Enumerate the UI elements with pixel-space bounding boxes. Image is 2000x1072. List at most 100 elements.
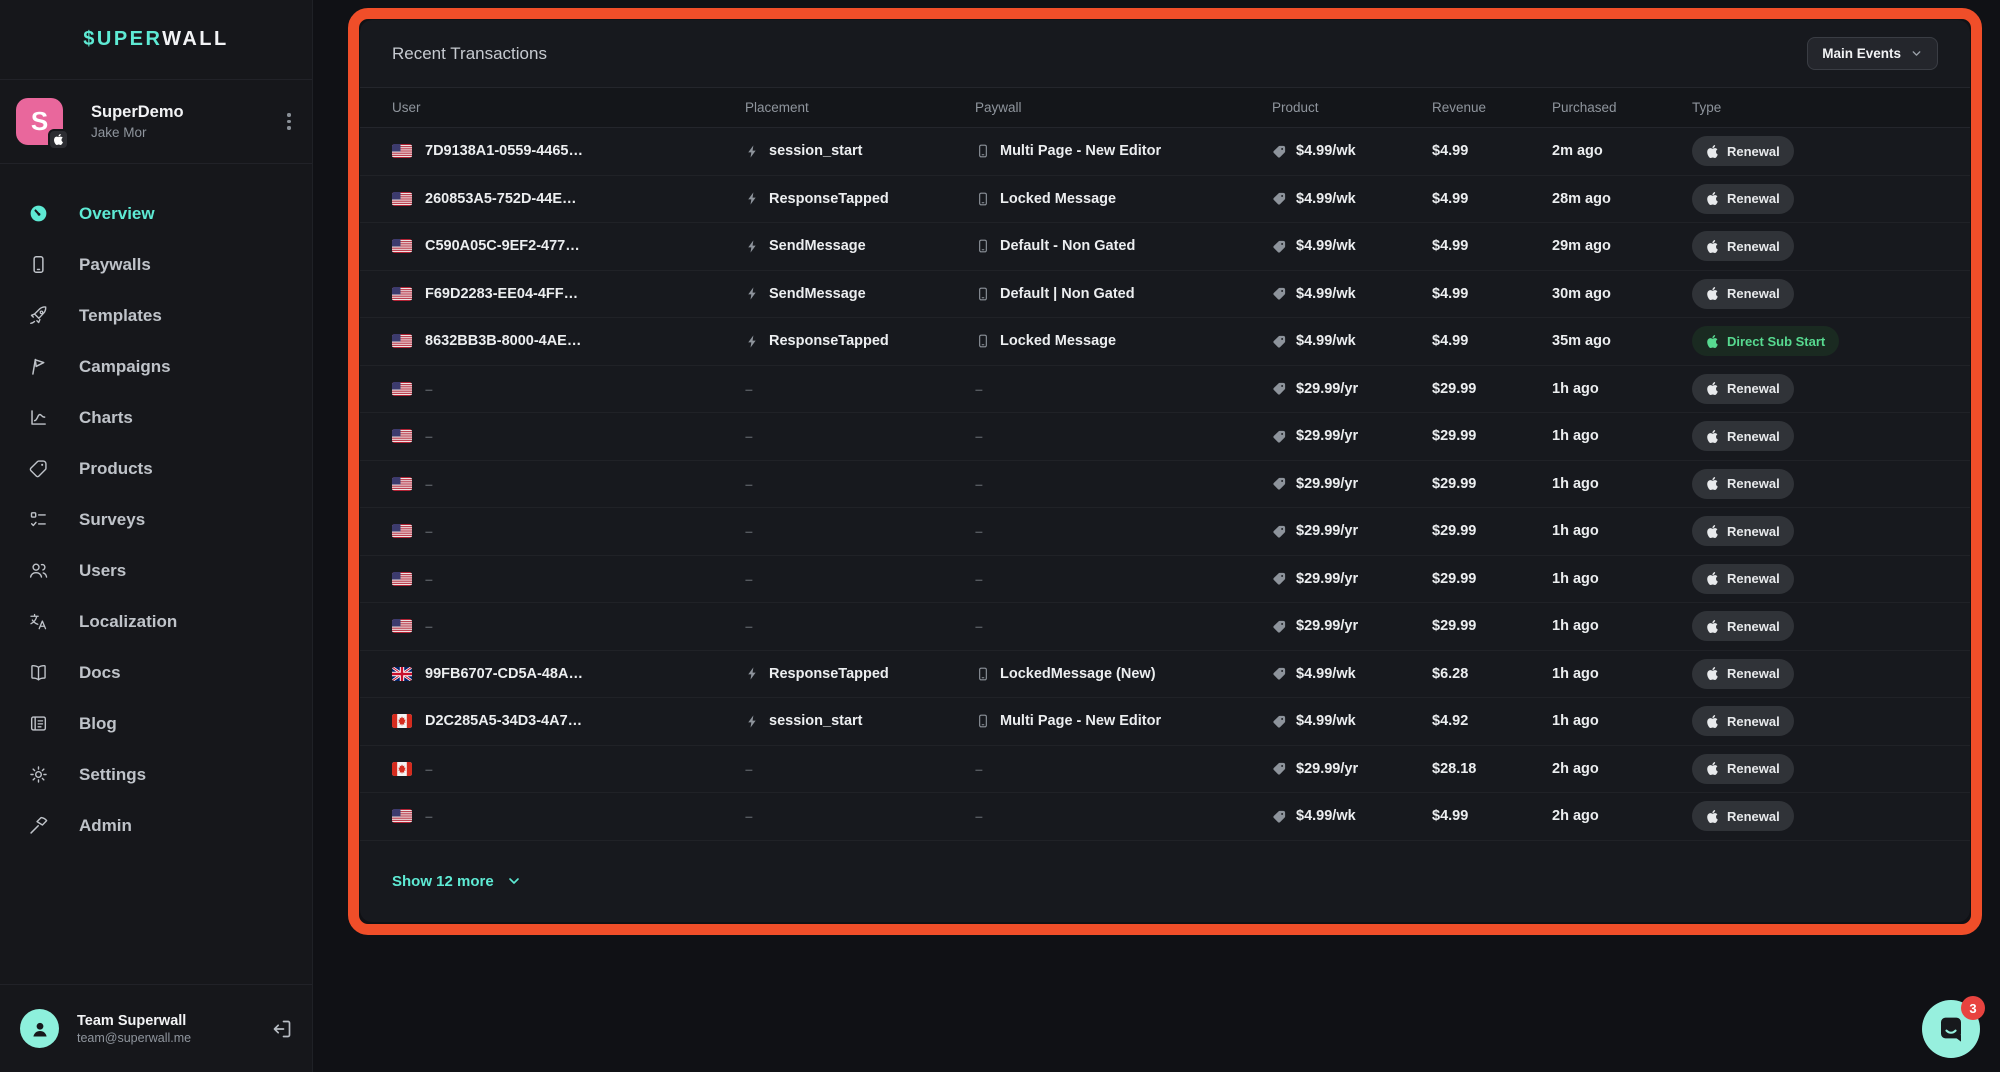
sidebar-item-products[interactable]: Products — [12, 443, 300, 494]
table-row[interactable]: – – – $29.99/yr $29.99 1h ago Renewal — [360, 603, 1970, 651]
gauge-icon — [28, 203, 49, 224]
apple-icon — [1706, 620, 1719, 633]
revenue-value: $4.99 — [1432, 238, 1468, 254]
workspace-switcher[interactable]: S SuperDemo Jake Mor — [0, 80, 312, 164]
revenue-value: $28.18 — [1432, 761, 1476, 777]
table-row[interactable]: 8632BB3B-8000-4AE… ResponseTapped Locked… — [360, 318, 1970, 366]
column-header-purchased: Purchased — [1552, 100, 1692, 115]
logout-icon[interactable] — [270, 1017, 294, 1041]
type-cell: Direct Sub Start — [1692, 326, 1938, 356]
table-row[interactable]: – – – $29.99/yr $29.99 1h ago Renewal — [360, 366, 1970, 414]
user-cell: C590A05C-9EF2-477… — [392, 238, 745, 254]
purchased-cell: 29m ago — [1552, 238, 1692, 254]
sidebar-item-campaigns[interactable]: Campaigns — [12, 341, 300, 392]
empty-value: – — [425, 618, 433, 634]
user-id: 260853A5-752D-44E… — [425, 191, 577, 207]
revenue-value: $4.99 — [1432, 333, 1468, 349]
sidebar-item-overview[interactable]: Overview — [12, 188, 300, 239]
placement-cell: – — [745, 381, 975, 397]
table-row[interactable]: – – – $29.99/yr $29.99 1h ago Renewal — [360, 413, 1970, 461]
table-row[interactable]: F69D2283-EE04-4FF… SendMessage Default |… — [360, 271, 1970, 319]
revenue-value: $4.99 — [1432, 143, 1468, 159]
sidebar-item-label: Campaigns — [79, 357, 171, 377]
type-cell: Renewal — [1692, 469, 1938, 499]
flag-us-icon — [392, 382, 412, 396]
table-row[interactable]: 260853A5-752D-44E… ResponseTapped Locked… — [360, 176, 1970, 224]
sidebar-item-users[interactable]: Users — [12, 545, 300, 596]
apple-icon — [1706, 192, 1719, 205]
product-cell: $29.99/yr — [1272, 761, 1432, 777]
type-cell: Renewal — [1692, 564, 1938, 594]
sidebar-item-settings[interactable]: Settings — [12, 749, 300, 800]
table-row[interactable]: D2C285A5-34D3-4A7… session_start Multi P… — [360, 698, 1970, 746]
phone-icon — [975, 286, 991, 302]
placement-cell: – — [745, 761, 975, 777]
revenue-cell: $29.99 — [1432, 571, 1552, 587]
sidebar-item-label: Admin — [79, 816, 132, 836]
sidebar-item-surveys[interactable]: Surveys — [12, 494, 300, 545]
empty-value: – — [975, 523, 983, 539]
sidebar-item-paywalls[interactable]: Paywalls — [12, 239, 300, 290]
main-events-dropdown[interactable]: Main Events — [1807, 37, 1938, 70]
sidebar-item-admin[interactable]: Admin — [12, 800, 300, 851]
empty-value: – — [425, 381, 433, 397]
revenue-value: $29.99 — [1432, 571, 1476, 587]
table-row[interactable]: – – – $29.99/yr $28.18 2h ago Renewal — [360, 746, 1970, 794]
table-row[interactable]: 99FB6707-CD5A-48A… ResponseTapped Locked… — [360, 651, 1970, 699]
paywall-cell: Locked Message — [975, 191, 1272, 207]
sidebar-item-localization[interactable]: Localization — [12, 596, 300, 647]
product-cell: $4.99/wk — [1272, 191, 1432, 207]
empty-value: – — [425, 428, 433, 444]
account-footer[interactable]: Team Superwall team@superwall.me — [0, 984, 312, 1072]
chat-launcher[interactable]: 3 — [1922, 1000, 1980, 1058]
type-badge: Renewal — [1692, 754, 1794, 784]
purchased-time: 1h ago — [1552, 618, 1599, 634]
placement-cell: SendMessage — [745, 238, 975, 254]
apple-icon — [1706, 335, 1719, 348]
sidebar-item-label: Overview — [79, 204, 155, 224]
user-cell: – — [392, 571, 745, 587]
type-label: Renewal — [1727, 619, 1780, 634]
purchased-cell: 28m ago — [1552, 191, 1692, 207]
table-row[interactable]: C590A05C-9EF2-477… SendMessage Default -… — [360, 223, 1970, 271]
paywall-cell: LockedMessage (New) — [975, 666, 1272, 682]
user-cell: – — [392, 761, 745, 777]
type-cell: Renewal — [1692, 136, 1938, 166]
phone-icon — [975, 333, 991, 349]
placement-name: ResponseTapped — [769, 666, 889, 682]
sidebar-item-blog[interactable]: Blog — [12, 698, 300, 749]
show-more-button[interactable]: Show 12 more — [392, 873, 522, 890]
apple-icon — [1706, 240, 1719, 253]
table-row[interactable]: – – – $29.99/yr $29.99 1h ago Renewal — [360, 508, 1970, 556]
product-cell: $4.99/wk — [1272, 286, 1432, 302]
user-cell: 8632BB3B-8000-4AE… — [392, 333, 745, 349]
tag-icon — [1272, 619, 1287, 634]
revenue-cell: $4.92 — [1432, 713, 1552, 729]
sidebar-item-charts[interactable]: Charts — [12, 392, 300, 443]
type-badge: Renewal — [1692, 421, 1794, 451]
tag-icon — [1272, 239, 1287, 254]
product-price: $4.99/wk — [1296, 713, 1356, 729]
tag-icon — [1272, 761, 1287, 776]
empty-value: – — [975, 428, 983, 444]
table-row[interactable]: 7D9138A1-0559-4465… session_start Multi … — [360, 128, 1970, 176]
purchased-time: 1h ago — [1552, 666, 1599, 682]
paywall-cell: – — [975, 476, 1272, 492]
empty-value: – — [975, 618, 983, 634]
type-badge: Renewal — [1692, 184, 1794, 214]
revenue-value: $4.92 — [1432, 713, 1468, 729]
workspace-menu-icon[interactable] — [280, 110, 298, 134]
type-label: Renewal — [1727, 286, 1780, 301]
sidebar-item-templates[interactable]: Templates — [12, 290, 300, 341]
revenue-cell: $4.99 — [1432, 238, 1552, 254]
type-badge: Renewal — [1692, 231, 1794, 261]
empty-value: – — [745, 523, 753, 539]
sidebar-item-docs[interactable]: Docs — [12, 647, 300, 698]
bolt-icon — [745, 666, 760, 681]
revenue-cell: $4.99 — [1432, 143, 1552, 159]
table-row[interactable]: – – – $4.99/wk $4.99 2h ago Renewal — [360, 793, 1970, 841]
tag-icon — [1272, 191, 1287, 206]
table-row[interactable]: – – – $29.99/yr $29.99 1h ago Renewal — [360, 461, 1970, 509]
table-row[interactable]: – – – $29.99/yr $29.99 1h ago Renewal — [360, 556, 1970, 604]
chevron-down-icon — [1910, 47, 1923, 60]
